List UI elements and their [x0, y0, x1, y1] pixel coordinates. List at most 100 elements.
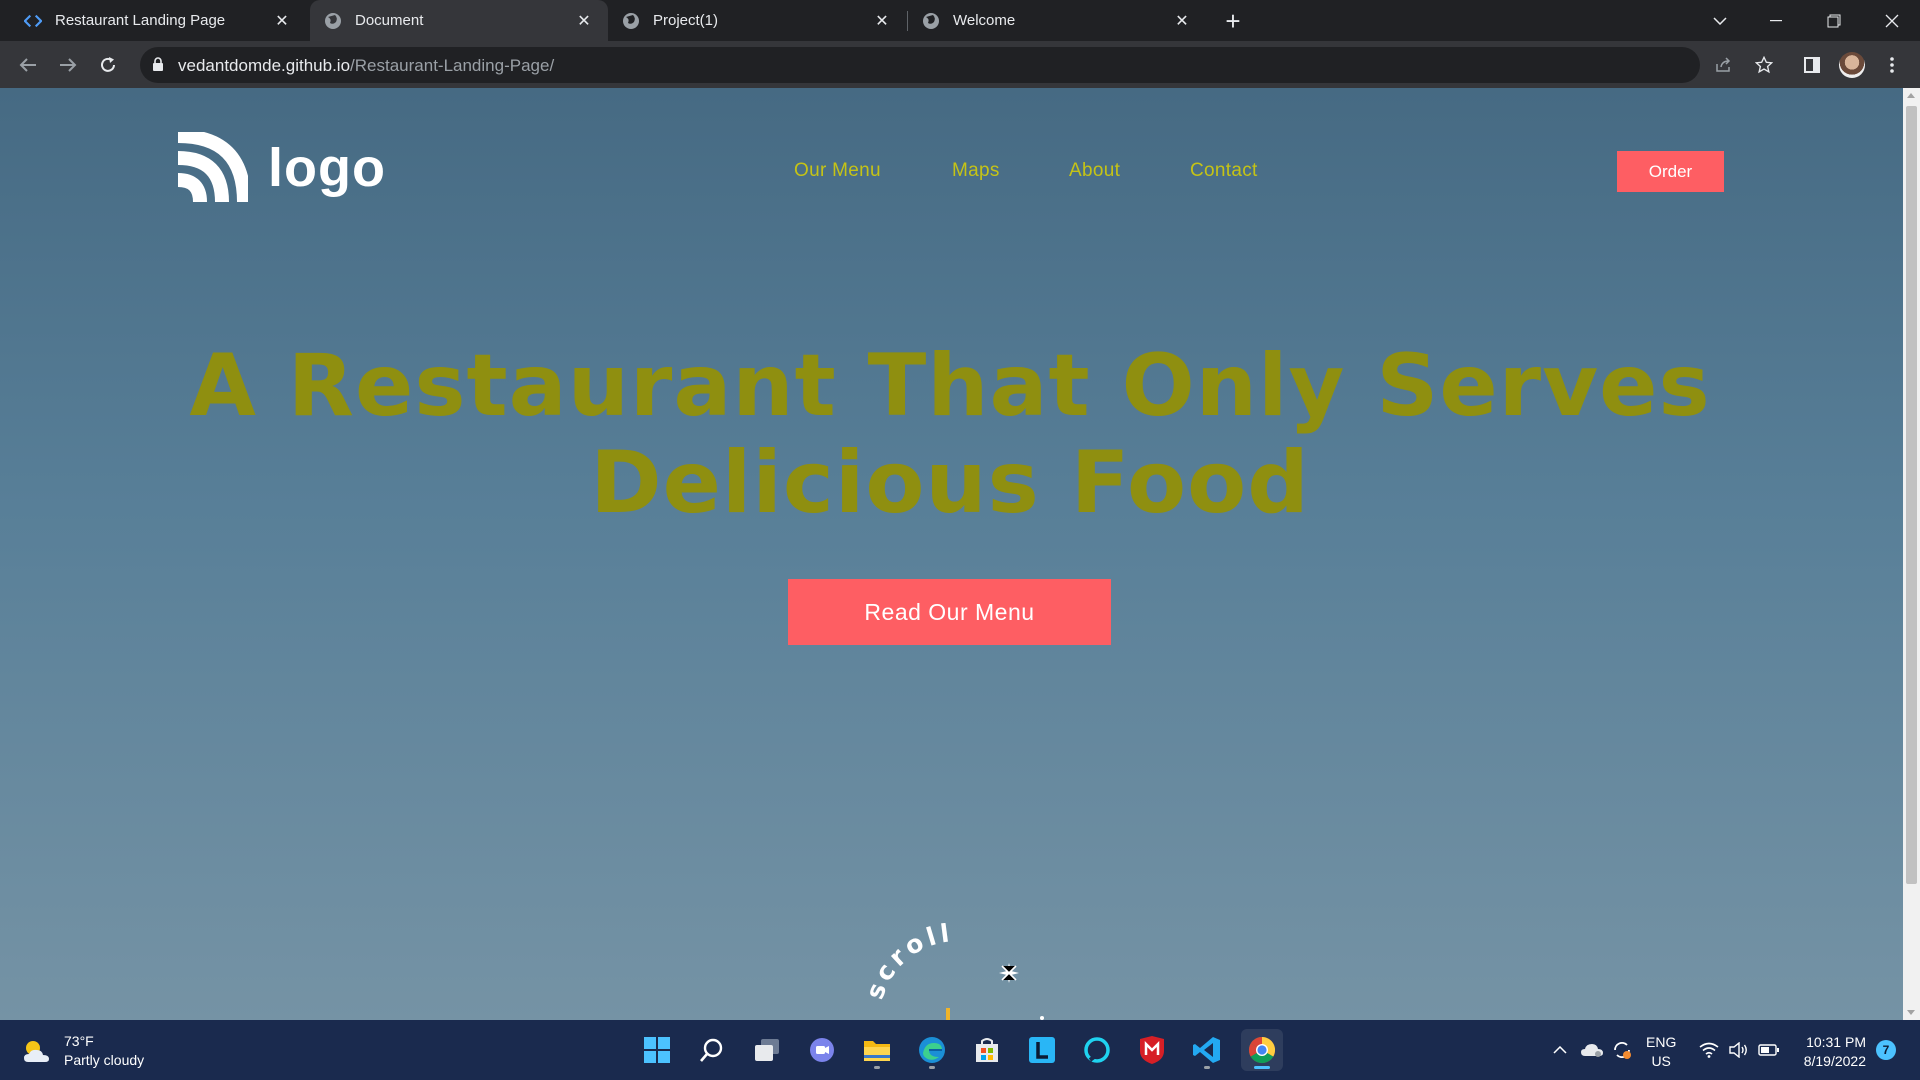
nav-maps[interactable]: Maps	[952, 160, 1000, 182]
system-clock[interactable]: 10:31 PM 8/19/2022	[1790, 1033, 1866, 1071]
mcafee-button[interactable]	[1131, 1029, 1173, 1071]
sync-icon	[1614, 1042, 1631, 1059]
weather-widget[interactable]: 73°F Partly cloudy	[22, 1032, 144, 1070]
tab-restaurant-landing-page[interactable]: Restaurant Landing Page ✕	[10, 0, 306, 41]
volume-icon	[1729, 1042, 1747, 1058]
cloud-icon	[1581, 1044, 1603, 1057]
store-button[interactable]	[966, 1029, 1008, 1071]
forward-button[interactable]	[52, 49, 84, 81]
l-app-button[interactable]	[1021, 1029, 1063, 1071]
store-icon	[976, 1038, 998, 1062]
side-panel-icon[interactable]	[1796, 49, 1828, 81]
vscode-button[interactable]	[1186, 1029, 1228, 1071]
close-icon[interactable]: ✕	[872, 11, 892, 31]
language-indicator[interactable]: ENG US	[1646, 1033, 1676, 1071]
chevron-up-icon	[1553, 1046, 1567, 1054]
site-logo[interactable]: logo	[174, 132, 386, 204]
bookmark-star-icon[interactable]	[1748, 49, 1780, 81]
chrome-button[interactable]	[1241, 1029, 1283, 1071]
vscode-icon	[1193, 1037, 1220, 1063]
tab-document[interactable]: Document ✕	[310, 0, 608, 41]
close-window-button[interactable]	[1864, 0, 1920, 41]
url-domain: vedantdomde.github.io	[178, 56, 351, 75]
scroll-down-arrow-icon[interactable]	[1907, 1010, 1915, 1015]
teams-chat-icon	[810, 1038, 834, 1062]
minimize-button[interactable]	[1748, 0, 1804, 41]
tab-title: Restaurant Landing Page	[55, 12, 226, 29]
task-view-icon	[755, 1039, 779, 1061]
file-explorer-button[interactable]	[856, 1029, 898, 1071]
avatar	[1839, 52, 1865, 78]
close-icon[interactable]: ✕	[272, 11, 292, 31]
file-explorer-icon	[864, 1041, 890, 1061]
alexa-button[interactable]	[1076, 1029, 1118, 1071]
nav-our-menu[interactable]: Our Menu	[794, 160, 881, 182]
notification-badge[interactable]: 7	[1876, 1040, 1896, 1060]
wifi-button[interactable]	[1696, 1020, 1722, 1080]
lang-top: ENG	[1646, 1034, 1677, 1050]
start-icon	[644, 1037, 670, 1063]
teams-chat-button[interactable]	[801, 1029, 843, 1071]
reload-button[interactable]	[92, 49, 124, 81]
task-view-button[interactable]	[746, 1029, 788, 1071]
clock-time: 10:31 PM	[1806, 1034, 1866, 1050]
tab-title: Project(1)	[653, 12, 719, 29]
running-indicator	[1204, 1066, 1210, 1069]
hero-title: A Restaurant That Only Serves Delicious …	[189, 336, 1711, 533]
mcafee-icon	[1140, 1036, 1164, 1064]
more-menu-icon[interactable]	[1876, 49, 1908, 81]
battery-icon	[1758, 1044, 1779, 1056]
browser-toolbar: vedantdomde.github.io/Restaurant-Landing…	[0, 41, 1920, 88]
nav-contact[interactable]: Contact	[1190, 160, 1258, 182]
weather-desc: Partly cloudy	[64, 1052, 145, 1068]
sparkle-icon	[999, 963, 1019, 983]
code-brackets-icon	[24, 12, 42, 30]
running-indicator	[1254, 1066, 1270, 1069]
windows-taskbar: 73°F Partly cloudy ENG US 10:31 PM 8/19/…	[0, 1020, 1920, 1080]
scroll-up-arrow-icon[interactable]	[1907, 93, 1915, 98]
edge-button[interactable]	[911, 1029, 953, 1071]
read-our-menu-button[interactable]: Read Our Menu	[788, 579, 1111, 645]
running-indicator	[929, 1066, 935, 1069]
logo-text: logo	[268, 138, 386, 198]
weather-temp: 73°F	[64, 1033, 94, 1049]
new-tab-button[interactable]: +	[1218, 6, 1248, 36]
alexa-icon	[1084, 1037, 1110, 1063]
profile-avatar[interactable]	[1836, 49, 1868, 81]
running-indicator	[874, 1066, 880, 1069]
onedrive-button[interactable]	[1578, 1020, 1606, 1080]
page-viewport: logo Our Menu Maps About Contact Order A…	[0, 88, 1920, 1020]
url-text: vedantdomde.github.io/Restaurant-Landing…	[178, 56, 554, 76]
vertical-scrollbar[interactable]	[1903, 88, 1920, 1020]
scrollbar-thumb[interactable]	[1906, 106, 1917, 884]
nav-about[interactable]: About	[1069, 160, 1120, 182]
lang-bottom: US	[1651, 1053, 1671, 1069]
battery-button[interactable]	[1756, 1020, 1782, 1080]
sync-button[interactable]	[1608, 1020, 1636, 1080]
restore-button[interactable]	[1806, 0, 1862, 41]
back-button[interactable]	[12, 49, 44, 81]
taskbar-search-button[interactable]	[691, 1029, 733, 1071]
close-icon[interactable]: ✕	[1172, 11, 1192, 31]
globe-icon	[324, 12, 342, 30]
tab-search-icon[interactable]	[1692, 0, 1748, 41]
close-icon[interactable]: ✕	[574, 11, 594, 31]
address-bar[interactable]: vedantdomde.github.io/Restaurant-Landing…	[140, 47, 1700, 83]
globe-icon	[622, 12, 640, 30]
rss-feed-icon	[177, 132, 248, 203]
search-icon	[700, 1038, 723, 1062]
order-button[interactable]: Order	[1617, 151, 1724, 192]
tab-project[interactable]: Project(1) ✕	[608, 0, 906, 41]
l-app-icon	[1029, 1037, 1055, 1063]
tab-welcome[interactable]: Welcome ✕	[908, 0, 1206, 41]
volume-button[interactable]	[1726, 1020, 1752, 1080]
tab-title: Welcome	[953, 12, 1016, 29]
show-hidden-icons-button[interactable]	[1548, 1020, 1572, 1080]
scroll-label: scroll	[860, 923, 955, 1003]
lock-icon	[152, 57, 164, 76]
wifi-icon	[1699, 1042, 1719, 1058]
tab-strip: Restaurant Landing Page ✕ Document ✕ Pro…	[0, 0, 1920, 41]
start-button[interactable]	[636, 1029, 678, 1071]
scroll-indicator[interactable]: scroll	[860, 923, 1060, 1020]
share-icon[interactable]	[1708, 49, 1740, 81]
